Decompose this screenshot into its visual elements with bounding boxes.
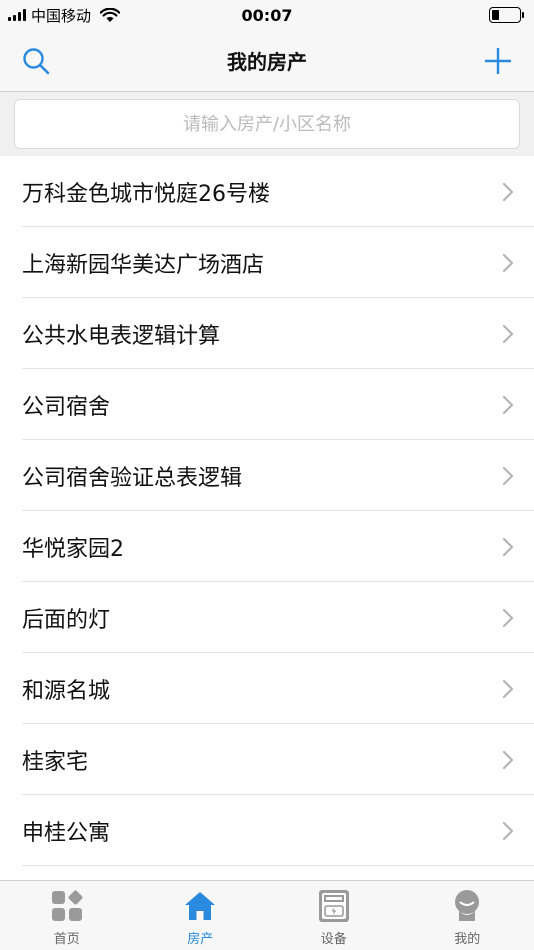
property-name: 万科金色城市悦庭26号楼 <box>22 181 270 207</box>
page-title: 我的房产 <box>227 50 307 74</box>
property-name: 后面的灯 <box>22 607 111 633</box>
status-bar: 中国移动 00:07 <box>0 0 534 30</box>
property-list: 万科金色城市悦庭26号楼 上海新园华美达广场酒店 公共水电表逻辑计算 公司宿舍公司宿舍… <box>0 156 534 866</box>
chevron-right-icon <box>502 821 514 841</box>
tab-label: 我的 <box>454 932 481 947</box>
tab-label: 房产 <box>187 932 214 947</box>
chevron-right-icon <box>502 253 514 273</box>
chevron-right-icon <box>502 324 514 344</box>
property-name: 公司宿舍 <box>22 394 111 420</box>
property-list-item[interactable]: 公共水电表逻辑计算 <box>0 298 534 369</box>
property-list-item[interactable]: 华悦家园2 <box>0 511 534 582</box>
carrier-name: 中国移动 <box>31 6 92 25</box>
chevron-right-icon <box>502 182 514 202</box>
plus-icon <box>485 48 511 74</box>
search-input[interactable] <box>14 99 520 149</box>
chevron-right-icon <box>502 750 514 770</box>
tab-label: 首页 <box>53 932 80 947</box>
tab-devices[interactable]: 设备 <box>267 881 401 950</box>
search-button[interactable] <box>8 30 64 92</box>
property-list-item[interactable]: 公司宿舍 <box>0 369 534 440</box>
search-bar <box>0 92 534 156</box>
property-name: 申桂公寓 <box>22 820 111 846</box>
property-list-item[interactable]: 申桂公寓 <box>0 795 534 866</box>
battery-icon <box>489 7 524 23</box>
home-icon <box>183 889 217 923</box>
tab-mine[interactable]: 我的 <box>401 881 534 950</box>
chevron-right-icon <box>502 395 514 415</box>
chevron-right-icon <box>502 466 514 486</box>
add-property-button[interactable] <box>470 30 526 92</box>
property-list-item[interactable]: 和源名城 <box>0 653 534 724</box>
property-name: 公司宿舍验证总表逻辑 <box>22 465 243 491</box>
property-list-item[interactable]: 上海新园华美达广场酒店 <box>0 227 534 298</box>
profile-icon <box>450 889 484 923</box>
chevron-right-icon <box>502 679 514 699</box>
app-screen: 中国移动 00:07 我的房产 请输入房产/小区名称 万科金色城市悦庭26号楼 … <box>0 0 534 950</box>
battery-fill <box>492 10 499 20</box>
tab-bar: 首页 房产 设备 我的 <box>0 880 534 950</box>
search-icon <box>23 48 50 75</box>
property-list-item[interactable]: 公司宿舍验证总表逻辑 <box>0 440 534 511</box>
tab-home[interactable]: 首页 <box>0 881 134 950</box>
signal-icon <box>8 9 26 21</box>
property-name: 公共水电表逻辑计算 <box>22 323 221 349</box>
property-name: 桂家宅 <box>22 749 89 775</box>
property-list-item[interactable]: 万科金色城市悦庭26号楼 <box>0 156 534 227</box>
chevron-right-icon <box>502 537 514 557</box>
grid-icon <box>50 889 84 923</box>
status-left: 中国移动 <box>8 5 121 26</box>
tab-property[interactable]: 房产 <box>134 881 268 950</box>
property-name: 上海新园华美达广场酒店 <box>22 252 265 278</box>
property-name: 和源名城 <box>22 678 111 704</box>
property-list-item[interactable]: 桂家宅 <box>0 724 534 795</box>
property-name: 华悦家园2 <box>22 536 124 562</box>
nav-bar: 我的房产 <box>0 30 534 92</box>
tab-label: 设备 <box>320 932 347 947</box>
meter-icon <box>317 889 351 923</box>
wifi-icon <box>100 7 121 22</box>
property-list-item[interactable]: 后面的灯 <box>0 582 534 653</box>
chevron-right-icon <box>502 608 514 628</box>
